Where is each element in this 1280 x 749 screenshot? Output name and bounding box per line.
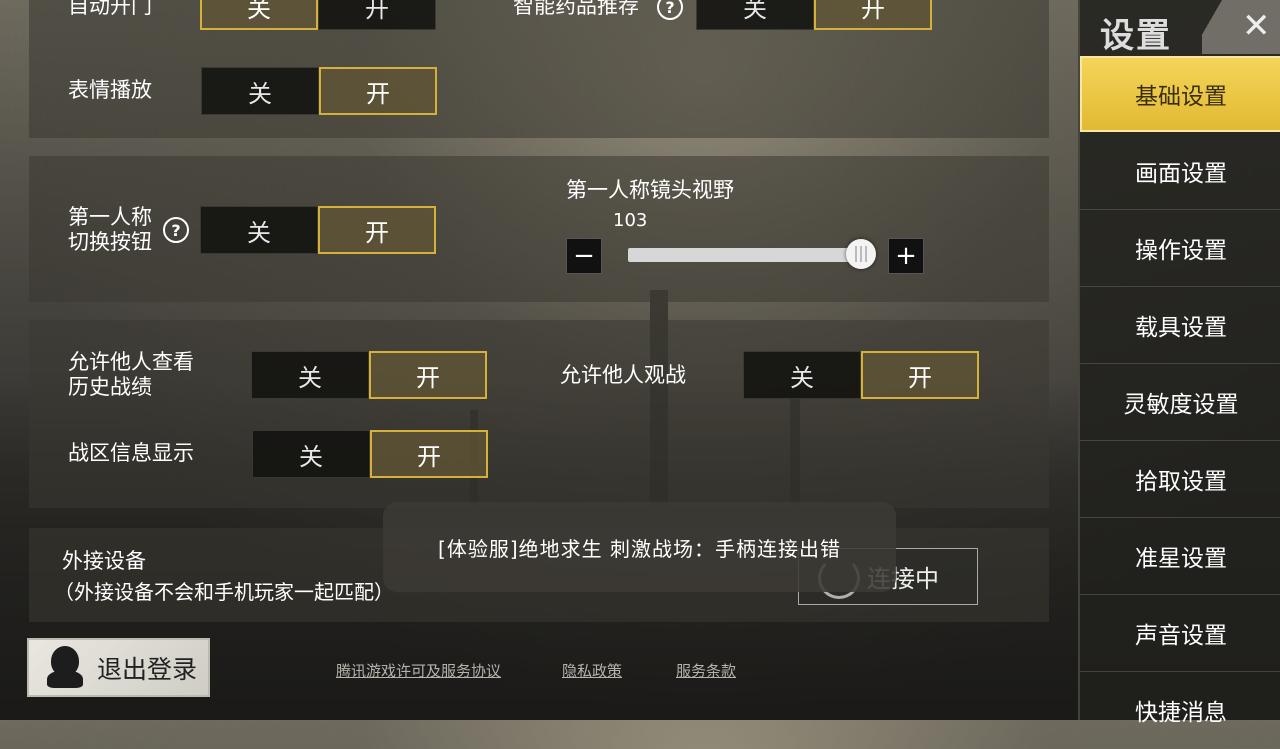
- zone-info-label: 战区信息显示: [68, 441, 194, 465]
- zone-info-toggle: 关 开: [252, 430, 488, 478]
- settings-sidebar: 设置 ✕ 基础设置 画面设置 操作设置 载具设置 灵敏度设置 拾取设置 准星设置…: [1078, 0, 1280, 749]
- help-icon[interactable]: ?: [163, 217, 189, 243]
- emote-play-on-button[interactable]: 开: [319, 67, 437, 115]
- sidebar-item-controls[interactable]: 操作设置: [1080, 210, 1280, 287]
- allow-history-on-button[interactable]: 开: [369, 351, 487, 399]
- close-icon: ✕: [1242, 6, 1271, 46]
- auto-door-toggle: 关 开: [200, 0, 436, 30]
- emote-play-off-button[interactable]: 关: [201, 67, 319, 115]
- fpp-fov-label: 第一人称镜头视野: [566, 178, 734, 202]
- sidebar-item-crosshair[interactable]: 准星设置: [1080, 518, 1280, 595]
- smart-medicine-label: 智能药品推荐: [513, 0, 639, 18]
- sidebar-item-graphics[interactable]: 画面设置: [1080, 133, 1280, 210]
- sidebar-item-quick-message[interactable]: 快捷消息: [1080, 672, 1280, 749]
- allow-history-off-button[interactable]: 关: [251, 351, 369, 399]
- external-device-note: （外接设备不会和手机玩家一起匹配）: [54, 580, 394, 604]
- privacy-policy-link[interactable]: 隐私政策: [562, 660, 622, 681]
- allow-history-label-line2: 历史战绩: [68, 375, 152, 399]
- logout-label: 退出登录: [97, 654, 198, 684]
- fpp-switch-label-line2: 切换按钮: [68, 230, 152, 254]
- fpp-switch-off-button[interactable]: 关: [200, 206, 318, 254]
- auto-door-label: 自动开门: [68, 0, 152, 18]
- emote-play-label: 表情播放: [68, 78, 152, 102]
- smart-medicine-toggle: 关 开: [696, 0, 932, 30]
- sidebar-item-audio[interactable]: 声音设置: [1080, 595, 1280, 672]
- fpp-switch-label-line1: 第一人称: [68, 205, 152, 229]
- fov-slider-track[interactable]: [628, 248, 860, 262]
- toast-message: [体验服]绝地求生 刺激战场：手柄连接出错: [383, 502, 896, 592]
- fpp-switch-on-button[interactable]: 开: [318, 206, 436, 254]
- logout-button[interactable]: 退出登录: [27, 638, 210, 697]
- sidebar-title: 设置: [1100, 16, 1172, 56]
- license-agreement-link[interactable]: 腾讯游戏许可及服务协议: [336, 660, 501, 681]
- fpp-switch-toggle: 关 开: [200, 206, 436, 254]
- fov-decrease-button[interactable]: −: [566, 238, 602, 274]
- smart-medicine-off-button[interactable]: 关: [696, 0, 814, 30]
- smart-medicine-on-button[interactable]: 开: [814, 0, 932, 30]
- auto-door-on-button[interactable]: 开: [318, 0, 436, 30]
- terms-of-service-link[interactable]: 服务条款: [676, 660, 736, 681]
- fov-slider-knob[interactable]: [846, 239, 876, 269]
- sidebar-item-pickup[interactable]: 拾取设置: [1080, 441, 1280, 518]
- fov-increase-button[interactable]: +: [888, 238, 924, 274]
- sidebar-item-sensitivity[interactable]: 灵敏度设置: [1080, 364, 1280, 441]
- close-button[interactable]: ✕: [1202, 0, 1280, 54]
- zone-info-on-button[interactable]: 开: [370, 430, 488, 478]
- sidebar-item-basic[interactable]: 基础设置: [1080, 56, 1280, 132]
- allow-spectate-off-button[interactable]: 关: [743, 351, 861, 399]
- allow-history-toggle: 关 开: [251, 351, 487, 399]
- sidebar-item-vehicle[interactable]: 载具设置: [1080, 287, 1280, 364]
- external-device-title: 外接设备: [62, 549, 146, 573]
- sidebar-header: 设置 ✕: [1080, 0, 1280, 56]
- allow-spectate-on-button[interactable]: 开: [861, 351, 979, 399]
- allow-spectate-toggle: 关 开: [743, 351, 979, 399]
- emote-play-toggle: 关 开: [201, 67, 437, 115]
- zone-info-off-button[interactable]: 关: [252, 430, 370, 478]
- allow-history-label-line1: 允许他人查看: [68, 350, 194, 374]
- qq-penguin-icon: [45, 645, 85, 690]
- auto-door-off-button[interactable]: 关: [200, 0, 318, 30]
- allow-spectate-label: 允许他人观战: [560, 363, 686, 387]
- fpp-fov-value: 103: [613, 210, 648, 231]
